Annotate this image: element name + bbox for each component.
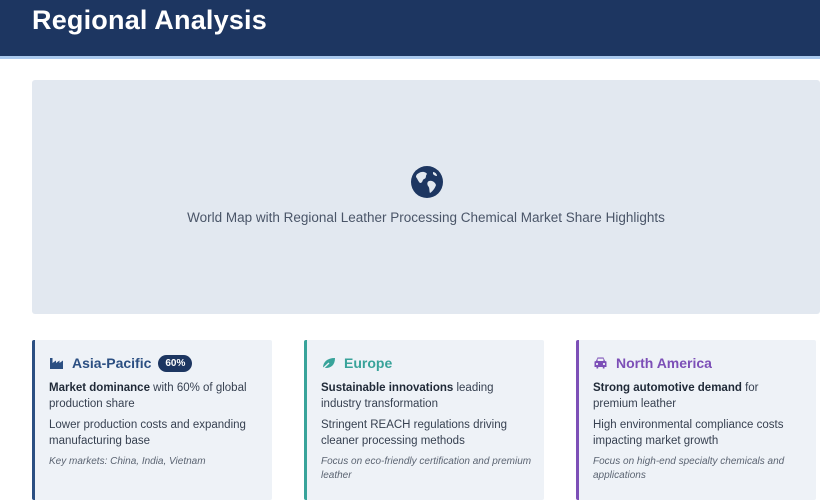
region-card-asia-pacific: Asia-Pacific 60% Market dominance with 6… (32, 340, 272, 500)
region-card-europe: Europe Sustainable innovations leading i… (304, 340, 544, 500)
car-icon (594, 357, 607, 369)
region-note: Focus on high-end specialty chemicals an… (593, 456, 785, 481)
map-caption: World Map with Regional Leather Processi… (187, 210, 665, 225)
highlight-bold: Sustainable innovations (321, 382, 454, 394)
card-header: Asia-Pacific 60% (49, 354, 260, 372)
share-badge: 60% (158, 354, 193, 372)
factory-icon (50, 358, 63, 369)
region-highlight: Strong automotive demand for premium lea… (593, 380, 804, 412)
region-card-north-america: North America Strong automotive demand f… (576, 340, 816, 500)
card-header: North America (593, 354, 804, 372)
region-highlight: Market dominance with 60% of global prod… (49, 380, 260, 412)
highlight-bold: Market dominance (49, 382, 150, 394)
leaf-icon (321, 358, 335, 370)
region-note: Focus on eco-friendly certification and … (321, 456, 532, 481)
region-highlight: Sustainable innovations leading industry… (321, 380, 532, 412)
region-detail: Lower production costs and expanding man… (49, 419, 246, 447)
world-map-placeholder: World Map with Regional Leather Processi… (32, 80, 820, 314)
region-title: Asia-Pacific (72, 355, 152, 371)
card-header: Europe (321, 354, 532, 372)
region-detail: High environmental compliance costs impa… (593, 419, 784, 447)
highlight-bold: Strong automotive demand (593, 382, 742, 394)
page-header: Regional Analysis (0, 0, 820, 59)
region-note: Key markets: China, India, Vietnam (49, 456, 206, 467)
region-title: Europe (344, 355, 393, 371)
region-detail: Stringent REACH regulations driving clea… (321, 419, 508, 447)
globe-icon (411, 166, 443, 198)
region-title: North America (616, 355, 712, 371)
page-title: Regional Analysis (32, 5, 267, 35)
